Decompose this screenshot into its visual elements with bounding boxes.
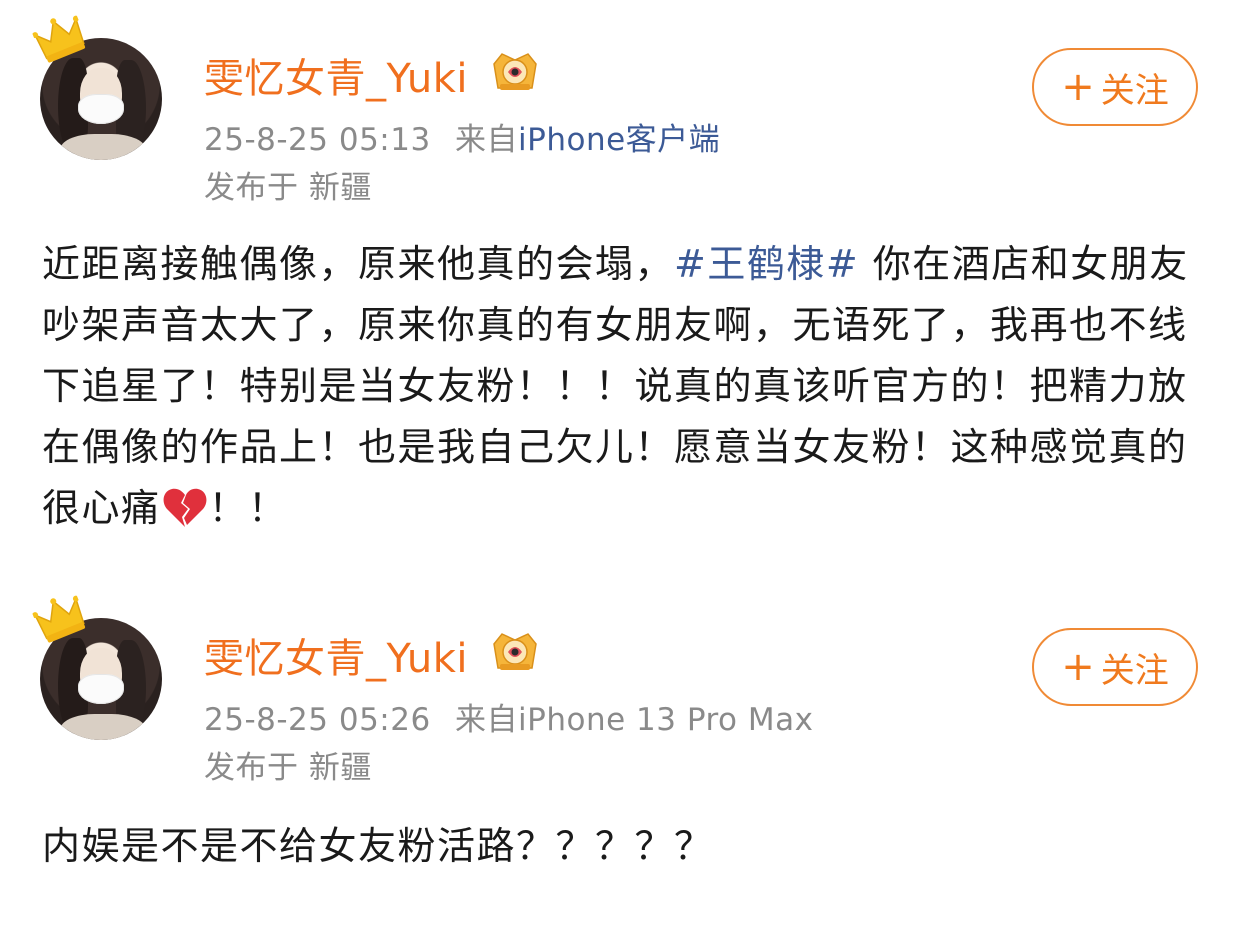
plus-icon: + — [1061, 644, 1095, 690]
post-timestamp: 25-8-25 05:13 — [204, 122, 431, 158]
follow-label: 关注 — [1100, 70, 1169, 111]
author-avatar-wrapper[interactable] — [32, 15, 166, 160]
post-location: 发布于 新疆 — [204, 750, 372, 786]
follow-button[interactable]: + 关注 — [1032, 628, 1198, 706]
post-timestamp: 25-8-25 05:26 — [204, 702, 431, 738]
post-source: iPhone 13 Pro Max — [518, 702, 814, 738]
weibo-post: 雯忆女青_Yuki 25-8-25 05:13 来自iPhone客户端 发布于 … — [0, 0, 1242, 580]
plus-icon: + — [1061, 64, 1095, 110]
post-content: 内娱是不是不给女友粉活路？？？？？ — [42, 816, 1212, 877]
vip-badge-icon[interactable] — [488, 628, 542, 674]
follow-button[interactable]: + 关注 — [1032, 48, 1198, 126]
author-avatar-wrapper[interactable] — [32, 595, 166, 740]
weibo-post: 雯忆女青_Yuki 25-8-25 05:26 来自iPhone 13 Pro … — [0, 580, 1242, 937]
source-prefix: 来自 — [455, 702, 519, 738]
post-text-tail: ！！ — [208, 486, 288, 530]
post-text: 近距离接触偶像，原来他真的会塌， — [42, 242, 675, 286]
post-text: 内娱是不是不给女友粉活路？？？？？ — [42, 824, 714, 868]
author-name[interactable]: 雯忆女青_Yuki — [204, 46, 468, 104]
post-meta: 25-8-25 05:26 来自iPhone 13 Pro Max — [204, 694, 813, 739]
author-name[interactable]: 雯忆女青_Yuki — [204, 626, 468, 684]
follow-label: 关注 — [1100, 650, 1169, 691]
post-source-link[interactable]: iPhone客户端 — [518, 122, 720, 158]
hashtag-link[interactable]: #王鹤棣# — [674, 242, 859, 286]
post-location: 发布于 新疆 — [204, 170, 372, 206]
post-meta: 25-8-25 05:13 来自iPhone客户端 — [204, 114, 720, 159]
broken-heart-icon — [163, 488, 206, 527]
vip-badge-icon[interactable] — [488, 48, 542, 94]
source-prefix: 来自 — [455, 122, 519, 158]
post-content: 近距离接触偶像，原来他真的会塌，#王鹤棣# 你在酒店和女朋友吵架声音太大了，原来… — [42, 234, 1212, 539]
